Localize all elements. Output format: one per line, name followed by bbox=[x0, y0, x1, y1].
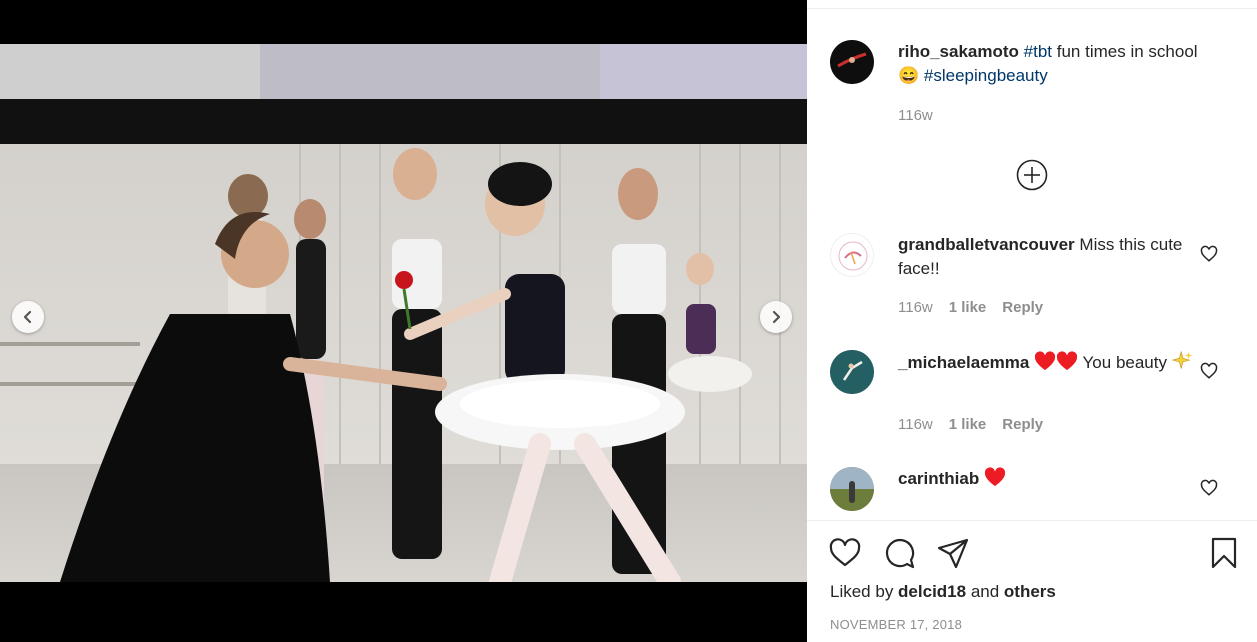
commenter-username[interactable]: _michaelaemma bbox=[898, 353, 1029, 372]
post-date[interactable]: NOVEMBER 17, 2018 bbox=[830, 617, 962, 632]
reply-button[interactable]: Reply bbox=[1002, 299, 1043, 316]
chevron-right-icon bbox=[772, 310, 781, 324]
comment-item: carinthiab bbox=[830, 467, 1240, 514]
red-heart-emoji-icon bbox=[984, 467, 1006, 487]
load-more-comments-button[interactable] bbox=[1016, 159, 1048, 191]
comment-meta: 116w 1 like Reply bbox=[898, 416, 1043, 433]
plus-circle-icon bbox=[1016, 159, 1048, 191]
comment-item: _michaelaemma You beauty 116w 1 like Rep… bbox=[830, 350, 1240, 450]
share-icon[interactable] bbox=[936, 536, 970, 570]
commenter-username[interactable]: grandballetvancouver bbox=[898, 235, 1075, 254]
hashtag-link[interactable]: #tbt bbox=[1024, 42, 1052, 61]
author-username[interactable]: riho_sakamoto bbox=[898, 42, 1019, 61]
comment-text: carinthiab bbox=[898, 467, 1198, 491]
bookmark-icon[interactable] bbox=[1207, 536, 1241, 570]
caption-body: fun times in school bbox=[1052, 42, 1198, 61]
next-photo-button[interactable] bbox=[760, 301, 792, 333]
liked-by-conjunction: and bbox=[966, 582, 1004, 601]
commenter-avatar[interactable] bbox=[830, 350, 874, 394]
author-avatar[interactable] bbox=[830, 40, 874, 84]
red-heart-emoji-icon bbox=[1035, 351, 1056, 371]
comment-like-count[interactable]: 1 like bbox=[949, 299, 987, 316]
liker-username[interactable]: delcid18 bbox=[898, 582, 966, 601]
post-media bbox=[0, 0, 807, 642]
comment-timestamp[interactable]: 116w bbox=[898, 416, 933, 433]
liked-by-summary: Liked by delcid18 and others bbox=[830, 582, 1056, 602]
comments-scroll-area[interactable]: riho_sakamoto #tbt fun times in school 😄… bbox=[807, 0, 1257, 514]
previous-photo-button[interactable] bbox=[12, 301, 44, 333]
commenter-avatar[interactable] bbox=[830, 467, 874, 511]
others-link[interactable]: others bbox=[1004, 582, 1056, 601]
comment-text: grandballetvancouver Miss this cute face… bbox=[898, 233, 1198, 281]
caption-text: riho_sakamoto #tbt fun times in school 😄… bbox=[898, 40, 1198, 88]
chevron-left-icon bbox=[23, 310, 32, 324]
caption-timestamp[interactable]: 116w bbox=[898, 107, 933, 124]
comment-like-count[interactable]: 1 like bbox=[949, 416, 987, 433]
heart-icon[interactable] bbox=[828, 536, 862, 570]
liked-by-label: Liked by bbox=[830, 582, 899, 601]
like-comment-heart-icon[interactable] bbox=[1200, 245, 1218, 263]
comment-body: You beauty bbox=[1082, 353, 1167, 372]
comment-item: grandballetvancouver Miss this cute face… bbox=[830, 233, 1240, 333]
comment-text: _michaelaemma You beauty bbox=[898, 350, 1198, 375]
grinning-emoji: 😄 bbox=[898, 66, 920, 85]
comment-meta: 116w 1 like Reply bbox=[898, 299, 1043, 316]
like-comment-heart-icon[interactable] bbox=[1200, 362, 1218, 380]
reply-button[interactable]: Reply bbox=[1002, 416, 1043, 433]
comment-timestamp[interactable]: 116w bbox=[898, 299, 933, 316]
sparkles-emoji-icon bbox=[1171, 350, 1192, 370]
comment-icon[interactable] bbox=[882, 536, 916, 570]
divider bbox=[807, 520, 1257, 521]
hashtag-link[interactable]: #sleepingbeauty bbox=[924, 66, 1048, 85]
like-comment-heart-icon[interactable] bbox=[1200, 479, 1218, 497]
post-photo bbox=[0, 44, 807, 582]
commenter-username[interactable]: carinthiab bbox=[898, 469, 979, 488]
post-side-panel: riho_sakamoto #tbt fun times in school 😄… bbox=[807, 0, 1257, 642]
red-heart-emoji-icon bbox=[1057, 351, 1078, 371]
commenter-avatar[interactable] bbox=[830, 233, 874, 277]
